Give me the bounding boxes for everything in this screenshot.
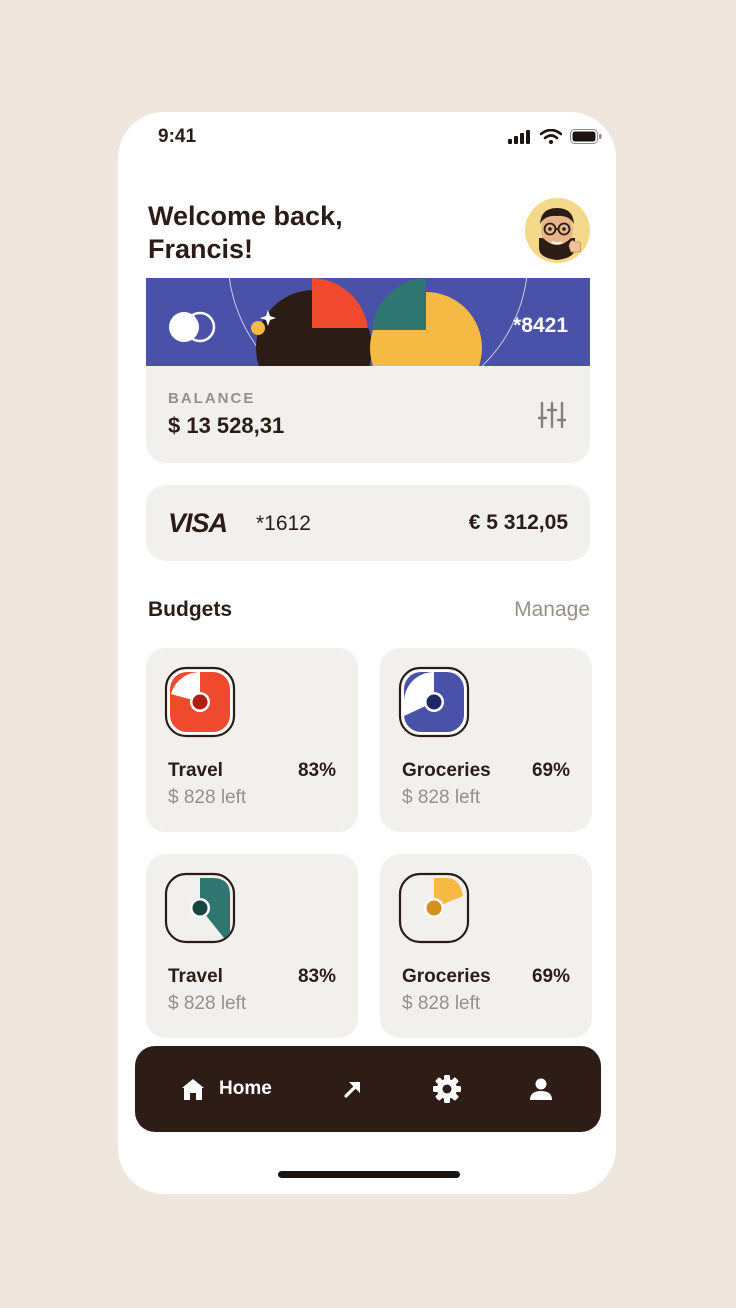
budget-card-groceries[interactable]: Groceries 69% $ 828 left [380, 854, 592, 1038]
budget-name: Travel [168, 966, 223, 987]
status-time: 9:41 [158, 126, 197, 147]
budget-card-groceries[interactable]: Groceries 69% $ 828 left [380, 648, 592, 832]
user-icon [530, 1078, 552, 1100]
card-masked-number: *8421 [513, 314, 568, 337]
budget-pie-icon [164, 872, 236, 944]
manage-budgets-link[interactable]: Manage [514, 598, 590, 622]
budget-pie-icon [398, 666, 470, 738]
avatar-face-icon [539, 208, 582, 260]
signal-icon [508, 130, 530, 144]
budget-percent: 69% [531, 966, 570, 987]
tab-transfer[interactable] [343, 1046, 363, 1132]
budget-percent: 83% [297, 760, 336, 781]
welcome-heading: Welcome back, Francis! [148, 200, 468, 266]
budget-pie-icon [398, 872, 470, 944]
visa-card-row[interactable]: VISA *1612 € 5 312,05 [146, 485, 590, 561]
avatar[interactable] [525, 198, 590, 263]
visa-logo: VISA [168, 508, 228, 538]
wifi-icon [540, 129, 562, 144]
budget-percent: 69% [531, 760, 570, 781]
budget-remaining: $ 828 left [168, 787, 247, 808]
budget-name: Groceries [402, 760, 491, 781]
budget-pie-icon [164, 666, 236, 738]
balance-panel: BALANCE $ 13 528,31 [146, 366, 590, 463]
budget-card-travel[interactable]: Travel 83% $ 828 left [146, 648, 358, 832]
welcome-line-1: Welcome back, [148, 201, 343, 231]
phone-screen: 9:41 Welcome back, Francis! *8421 BALANC… [118, 112, 616, 1194]
tab-home[interactable]: Home [181, 1046, 272, 1132]
battery-icon [570, 129, 602, 144]
welcome-line-2: Francis! [148, 234, 254, 264]
tab-profile[interactable] [529, 1046, 553, 1132]
home-icon [182, 1079, 204, 1100]
budget-remaining: $ 828 left [402, 993, 481, 1014]
bottom-tab-bar: Home [135, 1046, 601, 1132]
tab-settings[interactable] [432, 1046, 462, 1132]
home-indicator [278, 1171, 460, 1178]
status-bar: 9:41 [118, 112, 616, 162]
arrow-up-right-icon [344, 1082, 360, 1098]
visa-amount: € 5 312,05 [468, 511, 568, 534]
budget-percent: 83% [297, 966, 336, 987]
budget-card-travel[interactable]: Travel 83% $ 828 left [146, 854, 358, 1038]
card-logo-icon [169, 311, 216, 343]
gear-icon [433, 1075, 461, 1103]
budget-remaining: $ 828 left [402, 787, 481, 808]
bank-card[interactable]: *8421 [146, 278, 590, 366]
visa-masked-number: *1612 [256, 512, 311, 535]
budget-name: Groceries [402, 966, 491, 987]
budgets-title: Budgets [148, 598, 232, 621]
tab-home-label: Home [219, 1078, 272, 1099]
status-icons [508, 129, 602, 144]
balance-value: $ 13 528,31 [168, 413, 285, 438]
balance-label: BALANCE [168, 390, 256, 407]
budget-name: Travel [168, 760, 223, 781]
budget-remaining: $ 828 left [168, 993, 247, 1014]
filter-settings-icon[interactable] [538, 400, 566, 430]
